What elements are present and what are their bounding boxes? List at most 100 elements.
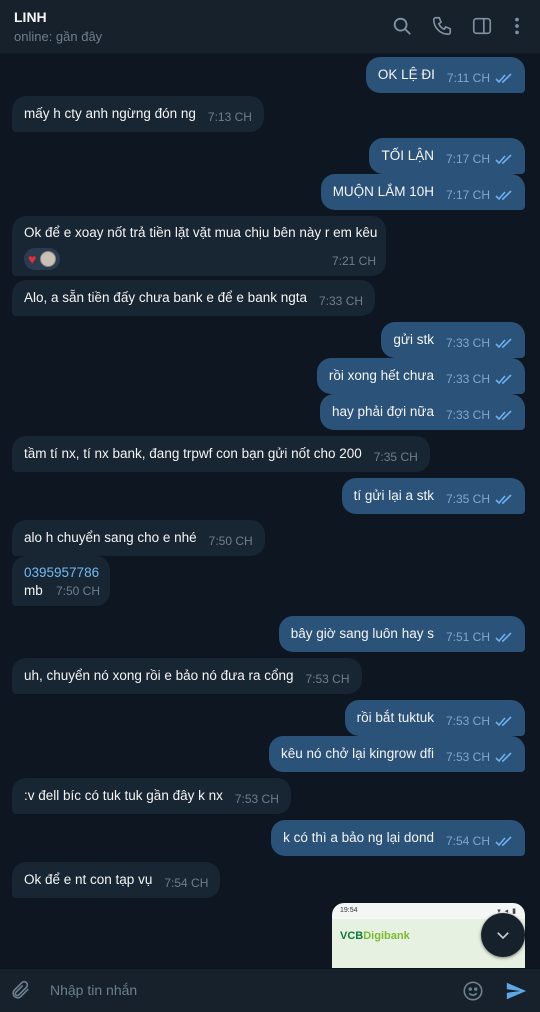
message-reactions[interactable]: ♥ [24,248,374,270]
message-incoming[interactable]: mấy h cty anh ngừng đón ng 7:13 CH [12,96,264,132]
message-text: gửi stk [393,332,434,347]
more-options-icon[interactable] [506,15,528,37]
message-text: hay phải đợi nữa [332,404,434,419]
message-meta: 7:17 CH [446,141,513,177]
heart-icon: ♥ [28,251,37,267]
double-check-icon [495,154,513,165]
message-time: 7:53 CH [445,750,490,764]
message-incoming[interactable]: alo h chuyển sang cho e nhé 7:50 CH [12,520,265,556]
message-time: 7:21 CH [331,254,376,268]
contact-status: online: gần đây [14,29,103,44]
scroll-to-bottom-button[interactable] [481,913,525,957]
message-time: 7:33 CH [445,372,490,386]
double-check-icon [495,374,513,385]
message-meta: 7:35 CH [446,481,513,517]
message-time: 7:50 CH [55,584,100,598]
message-outgoing[interactable]: rồi xong hết chưa 7:33 CH [316,358,525,397]
message-text: MUỘN LẮM 10H [332,184,434,199]
message-meta: 7:54 CH [446,823,513,859]
double-check-icon [495,190,513,201]
message-text: :v đell bíc có tuk tuk gần đây k nx [24,788,223,803]
message-input-bar: Nhập tin nhắn [0,968,540,1012]
message-text: Alo, a sẵn tiền đấy chưa bank e để e ban… [24,290,307,305]
double-check-icon [495,836,513,847]
search-icon[interactable] [391,15,413,37]
message-time: 7:33 CH [445,336,490,350]
message-outgoing[interactable]: MUỘN LẮM 10H 7:17 CH [320,174,525,210]
message-time: 7:54 CH [445,834,490,848]
double-check-icon [495,494,513,505]
message-meta: 7:33 CH [446,325,513,361]
message-incoming[interactable]: Ok để e xoay nốt trả tiền lặt vặt mua ch… [12,216,386,276]
message-outgoing[interactable]: OK LỆ ĐI 7:11 CH [365,57,525,96]
message-text: Ok để e xoay nốt trả tiền lặt vặt mua ch… [24,225,378,240]
message-time: 7:50 CH [208,534,253,548]
message-text: uh, chuyển nó xong rồi e bảo nó đưa ra c… [24,668,294,683]
message-outgoing[interactable]: gửi stk 7:33 CH [381,322,525,358]
message-meta: 7:51 CH [446,619,513,655]
message-input[interactable]: Nhập tin nhắn [50,982,137,998]
message-meta: 7:33 CH [446,397,513,433]
message-meta: 7:53 CH [446,739,513,775]
bank-logo-sub: Digibank [363,930,410,942]
send-icon[interactable] [505,980,529,1004]
double-check-icon [495,338,513,349]
emoji-icon[interactable] [462,980,484,1002]
bank-logo: VCBDigibank [340,930,410,942]
message-text: kêu nó chở lại kingrow dfi [281,746,434,761]
reaction-pill[interactable]: ♥ [24,248,61,270]
double-check-icon [495,73,513,84]
message-time: 7:17 CH [445,188,490,202]
message-incoming[interactable]: Ok để e nt con tạp vụ 7:54 CH [12,862,221,898]
message-meta: 7:11 CH [447,60,513,96]
message-outgoing[interactable]: kêu nó chở lại kingrow dfi 7:53 CH [269,736,525,772]
message-text: alo h chuyển sang cho e nhé [24,530,197,545]
message-outgoing[interactable]: TỐI LẬN 7:17 CH [369,138,525,174]
message-outgoing[interactable]: tí gửi lại a stk 7:35 CH [341,478,525,517]
contact-name[interactable]: LINH [14,9,47,25]
bank-logo-main: VCB [340,930,364,942]
message-incoming[interactable]: 0395957786 mb 7:50 CH [12,556,110,606]
phone-number-link[interactable]: 0395957786 [24,564,99,582]
message-time: 7:13 CH [207,110,252,124]
message-incoming[interactable]: Alo, a sẵn tiền đấy chưa bank e để e ban… [12,280,376,316]
message-time: 7:35 CH [373,450,418,464]
chevron-down-icon [497,932,509,940]
message-meta: 7:33 CH [446,361,513,397]
chat-header: LINH online: gần đây [0,0,540,54]
message-outgoing[interactable]: rồi bắt tuktuk 7:53 CH [344,700,525,739]
attach-icon[interactable] [9,979,31,1001]
message-incoming[interactable]: tầm tí nx, tí nx bank, đang trpwf con bạ… [12,436,430,472]
message-text: tí gửi lại a stk [353,488,434,503]
double-check-icon [495,410,513,421]
message-incoming[interactable]: uh, chuyển nó xong rồi e bảo nó đưa ra c… [12,658,362,694]
message-text: TỐI LẬN [381,148,434,163]
message-outgoing[interactable]: k có thì a bảo ng lại dond 7:54 CH [271,820,525,856]
double-check-icon [495,716,513,727]
message-list[interactable]: OK LỆ ĐI 7:11 CH mấy h cty anh ngừng đón… [0,54,540,968]
message-text: mấy h cty anh ngừng đón ng [24,106,196,121]
message-text: OK LỆ ĐI [377,67,435,82]
message-incoming[interactable]: :v đell bíc có tuk tuk gần đây k nx 7:53… [12,778,291,814]
message-text: Ok để e nt con tạp vụ [24,872,153,887]
avatar [40,251,57,267]
message-time: 7:53 CH [445,714,490,728]
side-panel-icon[interactable] [471,15,493,37]
message-meta: 7:53 CH [446,703,513,739]
message-time: 7:53 CH [234,792,279,806]
message-outgoing[interactable]: hay phải đợi nữa 7:33 CH [320,394,525,430]
message-time: 7:17 CH [445,152,490,166]
message-time: 7:54 CH [164,876,209,890]
message-outgoing[interactable]: bây giờ sang luôn hay s 7:51 CH [278,616,525,655]
message-time: 7:33 CH [319,294,364,308]
screenshot-status-time: 19:54 [340,907,358,914]
double-check-icon [495,752,513,763]
message-time: 7:51 CH [445,630,490,644]
message-text: k có thì a bảo ng lại dond [283,830,434,845]
phone-icon[interactable] [431,15,453,37]
message-text: rồi xong hết chưa [328,368,434,383]
message-text: bây giờ sang luôn hay s [290,626,434,641]
message-text: tầm tí nx, tí nx bank, đang trpwf con bạ… [24,446,362,461]
double-check-icon [495,632,513,643]
message-text: rồi bắt tuktuk [356,710,434,725]
